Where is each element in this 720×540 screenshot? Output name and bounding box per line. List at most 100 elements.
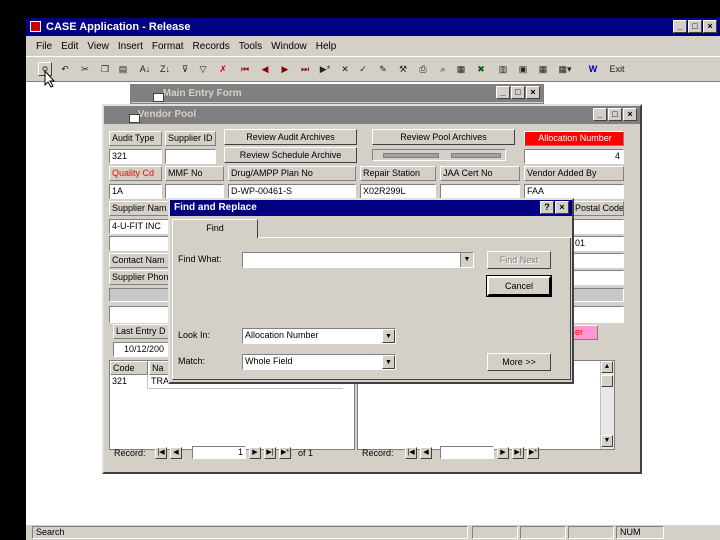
review-pool-archives-button[interactable]: Review Pool Archives: [372, 129, 515, 145]
datasheet-icon[interactable]: ▥: [496, 62, 510, 76]
more-button[interactable]: More >>: [487, 353, 551, 371]
vendor-close-button[interactable]: ×: [623, 108, 637, 121]
sort-ascending-icon[interactable]: A↓: [138, 62, 152, 76]
prev-record-left-icon[interactable]: ◀: [170, 447, 182, 459]
print-icon[interactable]: ⎙: [416, 62, 430, 76]
notes-right-field[interactable]: [572, 306, 624, 323]
look-in-dropdown-icon[interactable]: ▼: [382, 329, 395, 343]
edit-icon[interactable]: ✎: [376, 62, 390, 76]
vendor-added-by-field[interactable]: FAA: [524, 184, 624, 199]
filter-selection-icon[interactable]: ⊽: [178, 62, 192, 76]
audit-type-label: Audit Type: [109, 131, 162, 146]
notes-field[interactable]: [109, 306, 171, 323]
row-code-cell[interactable]: 321: [110, 376, 148, 389]
report-icon[interactable]: ▦: [454, 62, 468, 76]
first-record-right-icon[interactable]: |◀: [405, 447, 417, 459]
contact-right-field[interactable]: [572, 253, 624, 268]
menu-window[interactable]: Window: [271, 41, 307, 52]
vendor-minimize-button[interactable]: _: [593, 108, 607, 121]
postal-code-field[interactable]: 01: [572, 236, 624, 251]
vendor-maximize-button[interactable]: □: [608, 108, 622, 121]
next-record-left-icon[interactable]: ▶: [249, 447, 261, 459]
last-record-icon[interactable]: ⏭: [298, 62, 312, 76]
grid-icon[interactable]: ▦▾: [558, 62, 572, 76]
match-select[interactable]: Whole Field: [242, 354, 396, 370]
main-form-minimize-button[interactable]: _: [496, 86, 510, 99]
close-button[interactable]: ×: [703, 20, 717, 33]
table-view-icon[interactable]: ▦: [536, 62, 550, 76]
main-entry-form-window[interactable]: Main Entry Form _ □ ×: [130, 84, 544, 104]
tab-find[interactable]: Find: [172, 219, 258, 238]
scroll-down-icon[interactable]: ▼: [601, 435, 613, 447]
maximize-button[interactable]: □: [688, 20, 702, 33]
prev-record-right-icon[interactable]: ◀: [420, 447, 432, 459]
spelling-icon[interactable]: ✓: [356, 62, 370, 76]
find-what-dropdown-icon[interactable]: ▼: [460, 253, 473, 267]
tools-icon[interactable]: ⚒: [396, 62, 410, 76]
jaa-cert-no-field[interactable]: [440, 184, 520, 199]
dialog-help-button[interactable]: ?: [540, 201, 554, 214]
menu-format[interactable]: Format: [152, 41, 184, 52]
first-record-icon[interactable]: ⏮: [238, 62, 252, 76]
filter-form-icon[interactable]: ▽: [196, 62, 210, 76]
delete-record-icon[interactable]: ✕: [338, 62, 352, 76]
record-number-right[interactable]: [440, 446, 494, 459]
address-field-left[interactable]: [109, 236, 171, 251]
menu-edit[interactable]: Edit: [61, 41, 78, 52]
next-record-icon[interactable]: ▶: [278, 62, 292, 76]
first-record-left-icon[interactable]: |◀: [155, 447, 167, 459]
repair-station-field[interactable]: X02R299L: [360, 184, 436, 199]
menu-view[interactable]: View: [87, 41, 109, 52]
scroll-up-icon[interactable]: ▲: [601, 361, 613, 373]
phone-right-field[interactable]: [572, 270, 624, 285]
minimize-button[interactable]: _: [673, 20, 687, 33]
dialog-close-button[interactable]: ×: [555, 201, 569, 214]
match-label: Match:: [178, 356, 206, 366]
new-record-left-icon[interactable]: ▶*: [279, 447, 291, 459]
print-preview-icon[interactable]: ⌕: [436, 62, 450, 76]
find-what-input[interactable]: ▼: [242, 252, 474, 268]
sort-descending-icon[interactable]: Z↓: [158, 62, 172, 76]
copy-icon[interactable]: ❐: [98, 62, 112, 76]
scroll-thumb[interactable]: [601, 375, 613, 387]
find-replace-title-bar: Find and Replace ? ×: [170, 200, 572, 216]
menu-file[interactable]: File: [36, 41, 52, 52]
audit-type-field[interactable]: 321: [109, 149, 162, 164]
main-form-maximize-button[interactable]: □: [511, 86, 525, 99]
supplier-id-field[interactable]: [165, 149, 216, 164]
word-icon[interactable]: W: [586, 62, 600, 76]
drug-ampp-plan-field[interactable]: D-WP-00461-S: [228, 184, 356, 199]
cut-icon[interactable]: ✂: [78, 62, 92, 76]
vertical-scrollbar[interactable]: ▲ ▼: [600, 361, 614, 449]
cancel-button[interactable]: Cancel: [486, 275, 552, 297]
review-audit-archives-button[interactable]: Review Audit Archives: [224, 129, 357, 145]
main-form-close-button[interactable]: ×: [526, 86, 540, 99]
exit-button[interactable]: Exit: [606, 62, 628, 76]
quality-cd-field[interactable]: 1A: [109, 184, 162, 199]
last-record-right-icon[interactable]: ▶|: [512, 447, 524, 459]
record-number-left[interactable]: 1: [192, 446, 246, 459]
menu-insert[interactable]: Insert: [118, 41, 143, 52]
previous-record-icon[interactable]: ◀: [258, 62, 272, 76]
form-view-icon[interactable]: ▣: [516, 62, 530, 76]
match-dropdown-icon[interactable]: ▼: [382, 355, 395, 369]
last-entry-date-field[interactable]: 10/12/200: [113, 342, 171, 357]
address-field-right[interactable]: [572, 219, 624, 234]
undo-icon[interactable]: ↶: [58, 62, 72, 76]
menu-tools[interactable]: Tools: [239, 41, 262, 52]
review-schedule-archive-button[interactable]: Review Schedule Archive: [224, 147, 357, 163]
last-record-left-icon[interactable]: ▶|: [264, 447, 276, 459]
mmf-no-field[interactable]: [165, 184, 224, 199]
supplier-name-field[interactable]: 4-U-FIT INC: [109, 219, 171, 234]
find-next-button[interactable]: Find Next: [487, 251, 551, 269]
new-record-icon[interactable]: ▶*: [318, 62, 332, 76]
paste-icon[interactable]: ▤: [116, 62, 130, 76]
export-excel-icon[interactable]: ✖: [474, 62, 488, 76]
new-record-right-icon[interactable]: ▶*: [527, 447, 539, 459]
menu-help[interactable]: Help: [316, 41, 337, 52]
allocation-number-field[interactable]: 4: [524, 149, 624, 164]
look-in-select[interactable]: Allocation Number: [242, 328, 396, 344]
menu-records[interactable]: Records: [193, 41, 230, 52]
next-record-right-icon[interactable]: ▶: [497, 447, 509, 459]
remove-filter-icon[interactable]: ✗: [216, 62, 230, 76]
